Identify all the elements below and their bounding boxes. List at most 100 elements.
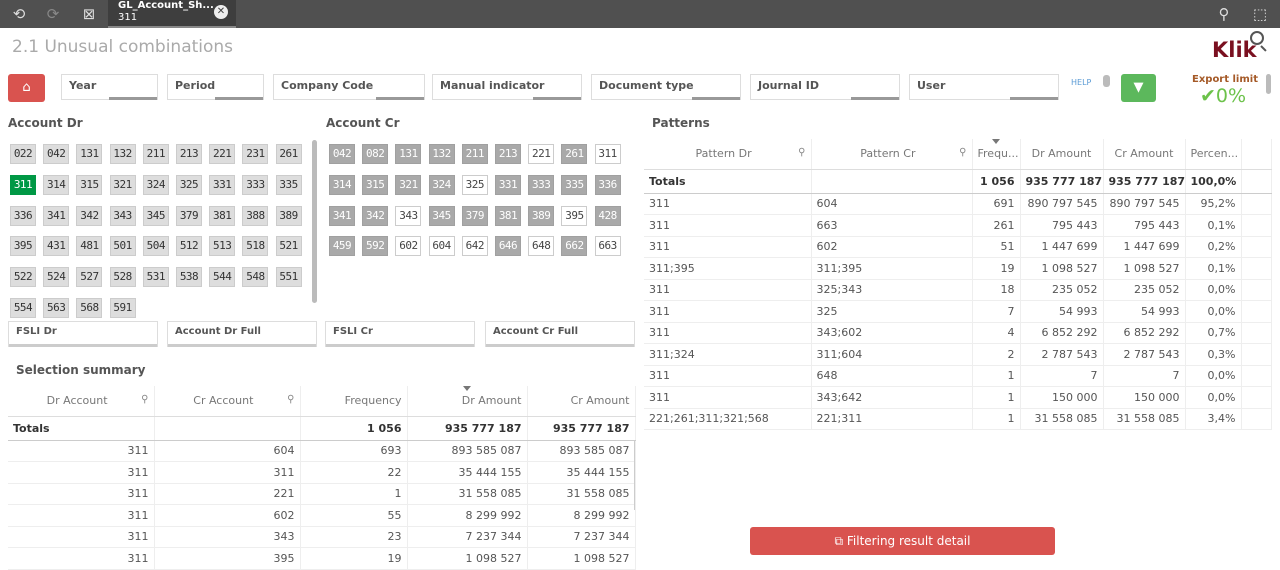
account-chip-342[interactable]: 342 (362, 205, 389, 226)
account-chip-395[interactable]: 395 (561, 205, 588, 226)
account-chip-538[interactable]: 538 (176, 267, 202, 288)
filter-document-type[interactable]: Document type (591, 74, 741, 100)
account-chip-648[interactable]: 648 (528, 236, 555, 257)
account-chip-501[interactable]: 501 (109, 236, 136, 257)
account-chip-389[interactable]: 389 (275, 205, 302, 226)
account-chip-315[interactable]: 315 (362, 174, 389, 195)
column-header[interactable]: Percen... (1185, 139, 1242, 170)
column-header[interactable]: ⚲ Pattern Cr (811, 139, 973, 170)
account-chip-321[interactable]: 321 (109, 174, 136, 195)
scrollbar[interactable] (634, 440, 635, 510)
table-row[interactable]: 311 343;642 1 150 000 150 000 0,0% (644, 386, 1272, 409)
account-chip-131[interactable]: 131 (76, 144, 103, 164)
account-chip-331[interactable]: 331 (209, 174, 236, 195)
help-link[interactable]: HELP (1071, 78, 1091, 87)
table-row[interactable]: 311 602 51 1 447 699 1 447 699 0,2% (644, 236, 1272, 258)
column-header[interactable]: Cr Amount (527, 386, 636, 417)
table-row[interactable]: 311 395 19 1 098 527 1 098 527 (8, 547, 636, 570)
account-chip-324[interactable]: 324 (142, 174, 169, 195)
filter-year[interactable]: Year (61, 74, 158, 100)
account-chip-213[interactable]: 213 (495, 144, 521, 164)
column-header[interactable]: Frequency (300, 386, 408, 417)
table-row[interactable]: 311 343 23 7 237 344 7 237 344 (8, 526, 636, 548)
account-chip-343[interactable]: 343 (109, 205, 136, 226)
account-chip-333[interactable]: 333 (242, 174, 269, 195)
table-row[interactable]: 311;395 311;395 19 1 098 527 1 098 527 0,1% (644, 257, 1272, 280)
table-row[interactable]: 311 648 1 7 7 0,0% (644, 365, 1272, 387)
account-chip-321[interactable]: 321 (395, 174, 422, 195)
column-header[interactable]: ⚲ Dr Account (8, 386, 155, 417)
undo-selection-icon[interactable]: ⟲ (8, 4, 30, 24)
account-chip-335[interactable]: 335 (275, 174, 302, 195)
account-chip-132[interactable]: 132 (109, 144, 136, 164)
account-chip-325[interactable]: 325 (176, 174, 202, 195)
table-row[interactable]: 311 604 693 893 585 087 893 585 087 (8, 440, 636, 462)
account-chip-379[interactable]: 379 (176, 205, 202, 226)
account-chip-341[interactable]: 341 (329, 205, 355, 226)
scrollbar[interactable] (312, 140, 317, 303)
table-row[interactable]: 311 343;602 4 6 852 292 6 852 292 0,7% (644, 322, 1272, 344)
account-chip-568[interactable]: 568 (76, 298, 103, 318)
filter-button[interactable]: ▼ (1121, 74, 1156, 102)
filter-company-code[interactable]: Company Code (273, 74, 425, 100)
account-chip-459[interactable]: 459 (329, 236, 355, 257)
account-chip-528[interactable]: 528 (109, 267, 136, 288)
account-chip-592[interactable]: 592 (362, 236, 389, 257)
account-chip-132[interactable]: 132 (428, 144, 455, 164)
table-row[interactable]: 311 663 261 795 443 795 443 0,1% (644, 214, 1272, 237)
table-row[interactable]: 311;324 311;604 2 2 787 543 2 787 543 0,3% (644, 343, 1272, 366)
account-chip-213[interactable]: 213 (176, 144, 202, 164)
account-chip-314[interactable]: 314 (43, 174, 70, 195)
account-chip-527[interactable]: 527 (76, 267, 103, 288)
table-row[interactable]: 311 325;343 18 235 052 235 052 0,0% (644, 279, 1272, 301)
close-icon[interactable]: ✕ (214, 5, 228, 19)
search-icon[interactable]: ⚲ (1213, 4, 1235, 24)
account-chip-602[interactable]: 602 (395, 236, 422, 257)
account-chip-231[interactable]: 231 (242, 144, 269, 164)
account-chip-642[interactable]: 642 (461, 236, 488, 257)
account-chip-521[interactable]: 521 (275, 236, 302, 257)
account-chip-333[interactable]: 333 (528, 174, 555, 195)
column-header[interactable]: Dr Amount (407, 386, 528, 417)
table-row[interactable]: 311 325 7 54 993 54 993 0,0% (644, 300, 1272, 323)
account-chip-082[interactable]: 082 (362, 144, 389, 164)
account-chip-325[interactable]: 325 (461, 174, 488, 195)
account-chip-524[interactable]: 524 (43, 267, 70, 288)
account-chip-395[interactable]: 395 (10, 236, 36, 257)
account-chip-389[interactable]: 389 (528, 205, 555, 226)
table-row[interactable]: 311 602 55 8 299 992 8 299 992 (8, 504, 636, 527)
filter-user[interactable]: User (909, 74, 1059, 100)
column-header[interactable]: Cr Amount (1103, 139, 1186, 170)
account-chip-314[interactable]: 314 (329, 174, 355, 195)
account-chip-211[interactable]: 211 (461, 144, 488, 164)
selection-tool-icon[interactable]: ⬚ (1249, 4, 1271, 24)
account-chip-591[interactable]: 591 (109, 298, 136, 318)
search-icon[interactable]: ⚲ (798, 147, 805, 158)
account-chip-022[interactable]: 022 (10, 144, 36, 164)
account-chip-343[interactable]: 343 (395, 205, 422, 226)
search-icon[interactable]: ⚲ (287, 394, 294, 405)
filtering-result-detail-button[interactable]: ⧉ Filtering result detail (750, 527, 1055, 555)
column-header[interactable]: Dr Amount (1020, 139, 1104, 170)
account-chip-544[interactable]: 544 (209, 267, 236, 288)
account-chip-335[interactable]: 335 (561, 174, 588, 195)
account-chip-518[interactable]: 518 (242, 236, 269, 257)
account-chip-221[interactable]: 221 (528, 144, 555, 164)
table-row[interactable]: 311 311 22 35 444 155 35 444 155 (8, 461, 636, 484)
column-header[interactable]: ⚲ Pattern Dr (644, 139, 812, 170)
table-row[interactable]: 311 221 1 31 558 085 31 558 085 (8, 483, 636, 505)
column-header[interactable]: ⚲ Cr Account (154, 386, 301, 417)
account-chip-428[interactable]: 428 (594, 205, 621, 226)
account-chip-548[interactable]: 548 (242, 267, 269, 288)
column-header[interactable]: Frequ... (972, 139, 1021, 170)
account-chip-431[interactable]: 431 (43, 236, 70, 257)
account-chip-646[interactable]: 646 (495, 236, 521, 257)
account-chip-381[interactable]: 381 (209, 205, 236, 226)
redo-selection-icon[interactable]: ⟳ (42, 4, 64, 24)
home-button[interactable]: ⌂ (8, 74, 45, 102)
account-chip-311[interactable]: 311 (594, 144, 621, 164)
account-chip-563[interactable]: 563 (43, 298, 70, 318)
account-chip-324[interactable]: 324 (428, 174, 455, 195)
account-chip-663[interactable]: 663 (594, 236, 621, 257)
account-chip-331[interactable]: 331 (495, 174, 521, 195)
